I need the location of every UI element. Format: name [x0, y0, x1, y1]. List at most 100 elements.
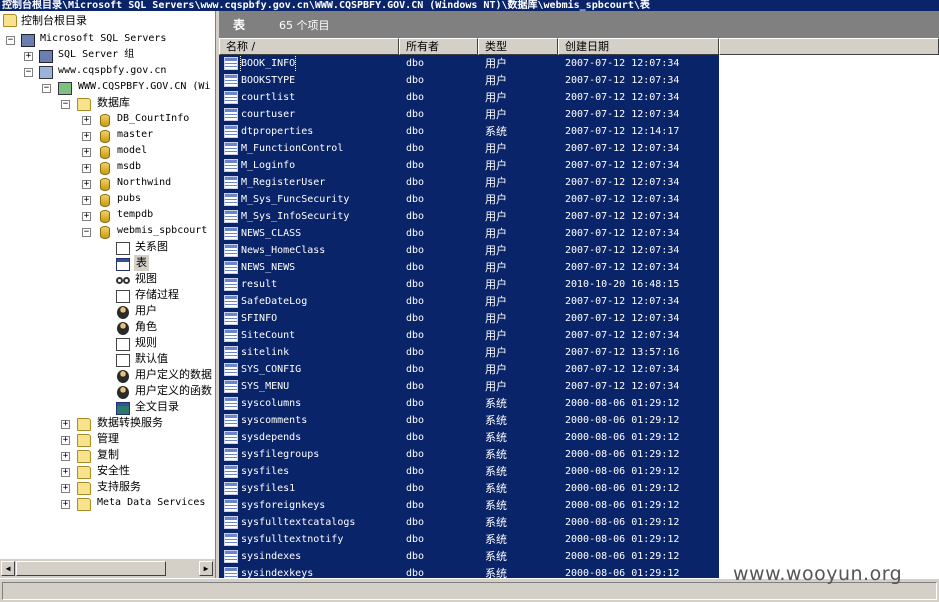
- table-row[interactable]: SiteCount dbo 用户 2007-07-12 12:07:34: [219, 327, 719, 344]
- scroll-left-arrow-icon[interactable]: ◀: [1, 561, 15, 576]
- table-row[interactable]: SYS_CONFIG dbo 用户 2007-07-12 12:07:34: [219, 361, 719, 378]
- expand-toggle-icon[interactable]: +: [82, 212, 91, 221]
- tree-node-database[interactable]: Northwind: [117, 175, 171, 191]
- column-header-created[interactable]: 创建日期: [558, 38, 719, 55]
- table-row[interactable]: dtproperties dbo 系统 2007-07-12 12:14:17: [219, 123, 719, 140]
- tree-node-management[interactable]: 管理: [97, 431, 119, 447]
- tree-node-defaults[interactable]: 默认值: [135, 351, 168, 367]
- table-row[interactable]: M_RegisterUser dbo 用户 2007-07-12 12:07:34: [219, 174, 719, 191]
- tree-node-tables[interactable]: 表: [134, 255, 149, 271]
- type-cell: 用户: [485, 380, 507, 393]
- expand-toggle-icon[interactable]: +: [61, 484, 70, 493]
- tree-node-stored-procedures[interactable]: 存储过程: [135, 287, 179, 303]
- tree-node-views[interactable]: 视图: [135, 271, 157, 287]
- tree-node-user-defined-datatypes[interactable]: 用户定义的数据: [135, 367, 212, 383]
- table-name-cell: SYS_MENU: [241, 381, 290, 392]
- collapse-toggle-icon[interactable]: −: [24, 68, 33, 77]
- table-row[interactable]: sysfiles dbo 系统 2000-08-06 01:29:12: [219, 463, 719, 480]
- scroll-thumb[interactable]: [16, 561, 166, 576]
- table-row[interactable]: M_FunctionControl dbo 用户 2007-07-12 12:07:3…: [219, 140, 719, 157]
- table-icon: [116, 258, 130, 271]
- tree-node-users[interactable]: 用户: [135, 303, 157, 319]
- tree-node-meta-data-services[interactable]: Meta Data Services: [97, 495, 205, 511]
- window-titlebar[interactable]: 控制台根目录\Microsoft SQL Servers\www.cqspbfy…: [0, 0, 939, 11]
- table-icon: [224, 499, 238, 512]
- tree-node-replication[interactable]: 复制: [97, 447, 119, 463]
- tree-node-support-services[interactable]: 支持服务: [97, 479, 141, 495]
- tree-node-user-defined-functions[interactable]: 用户定义的函数: [135, 383, 212, 399]
- table-row[interactable]: syscolumns dbo 系统 2000-08-06 01:29:12: [219, 395, 719, 412]
- tree-node-database[interactable]: pubs: [117, 191, 141, 207]
- table-row[interactable]: sysforeignkeys dbo 系统 2000-08-06 01:29:12: [219, 497, 719, 514]
- expand-toggle-icon[interactable]: +: [61, 500, 70, 509]
- expand-toggle-icon[interactable]: +: [82, 180, 91, 189]
- tree-node-dts[interactable]: 数据转换服务: [97, 415, 163, 431]
- expand-toggle-icon[interactable]: +: [61, 436, 70, 445]
- tree-node-server-host[interactable]: www.cqspbfy.gov.cn: [58, 63, 166, 79]
- table-row[interactable]: sysfulltextnotify dbo 系统 2000-08-06 01:29:1…: [219, 531, 719, 548]
- table-icon: [224, 414, 238, 427]
- table-row[interactable]: M_Loginfo dbo 用户 2007-07-12 12:07:34: [219, 157, 719, 174]
- tree-node-diagrams[interactable]: 关系图: [135, 239, 168, 255]
- table-row[interactable]: SFINFO dbo 用户 2007-07-12 12:07:34: [219, 310, 719, 327]
- expand-toggle-icon[interactable]: +: [82, 148, 91, 157]
- table-row[interactable]: sysindexes dbo 系统 2000-08-06 01:29:12: [219, 548, 719, 565]
- collapse-toggle-icon[interactable]: −: [82, 228, 91, 237]
- tree-horizontal-scrollbar[interactable]: ◀ ▶: [0, 558, 215, 578]
- tree-node-databases[interactable]: 数据库: [97, 95, 130, 111]
- collapse-toggle-icon[interactable]: −: [42, 84, 51, 93]
- table-row[interactable]: M_Sys_FuncSecurity dbo 用户 2007-07-12 12:07:…: [219, 191, 719, 208]
- expand-toggle-icon[interactable]: +: [82, 116, 91, 125]
- table-row[interactable]: SYS_MENU dbo 用户 2007-07-12 12:07:34: [219, 378, 719, 395]
- table-row[interactable]: NEWS_NEWS dbo 用户 2007-07-12 12:07:34: [219, 259, 719, 276]
- tree-node-database[interactable]: DB_CourtInfo: [117, 111, 189, 127]
- column-header-type[interactable]: 类型: [478, 38, 558, 55]
- tree-node-database[interactable]: master: [117, 127, 153, 143]
- expand-toggle-icon[interactable]: +: [82, 164, 91, 173]
- scroll-right-arrow-icon[interactable]: ▶: [199, 561, 213, 576]
- tree-node-database[interactable]: model: [117, 143, 147, 159]
- table-row[interactable]: sitelink dbo 用户 2007-07-12 13:57:16: [219, 344, 719, 361]
- tree-node-sql-servers[interactable]: Microsoft SQL Servers: [40, 31, 166, 47]
- tree-node-database[interactable]: msdb: [117, 159, 141, 175]
- table-row[interactable]: sysindexkeys dbo 系统 2000-08-06 01:29:12: [219, 565, 719, 578]
- table-row[interactable]: courtlist dbo 用户 2007-07-12 12:07:34: [219, 89, 719, 106]
- table-row[interactable]: sysdepends dbo 系统 2000-08-06 01:29:12: [219, 429, 719, 446]
- table-row[interactable]: sysfulltextcatalogs dbo 系统 2000-08-06 01:29…: [219, 514, 719, 531]
- owner-cell: dbo: [406, 534, 425, 545]
- tree-node-roles[interactable]: 角色: [135, 319, 157, 335]
- table-row[interactable]: BOOK_INFO dbo 用户 2007-07-12 12:07:34: [219, 55, 719, 73]
- tree-node-server-instance[interactable]: WWW.CQSPBFY.GOV.CN (Wi: [78, 79, 210, 95]
- tree-node-security[interactable]: 安全性: [97, 463, 130, 479]
- expand-toggle-icon[interactable]: +: [82, 196, 91, 205]
- tree-node-database[interactable]: tempdb: [117, 207, 153, 223]
- table-row[interactable]: result dbo 用户 2010-10-20 16:48:15: [219, 276, 719, 293]
- table-row[interactable]: SafeDateLog dbo 用户 2007-07-12 12:07:34: [219, 293, 719, 310]
- expand-toggle-icon[interactable]: +: [61, 468, 70, 477]
- created-date-cell: 2007-07-12 12:07:34: [565, 330, 680, 341]
- tree-node-database[interactable]: webmis_spbcourt: [117, 223, 207, 239]
- table-row[interactable]: BOOKSTYPE dbo 用户 2007-07-12 12:07:34: [219, 72, 719, 89]
- folder-icon: [77, 434, 91, 447]
- tree-node-rules[interactable]: 规则: [135, 335, 157, 351]
- tree-node-fulltext-catalogs[interactable]: 全文目录: [135, 399, 179, 415]
- owner-cell: dbo: [406, 415, 425, 426]
- column-header-owner[interactable]: 所有者: [399, 38, 478, 55]
- expand-toggle-icon[interactable]: +: [61, 452, 70, 461]
- table-row[interactable]: sysfiles1 dbo 系统 2000-08-06 01:29:12: [219, 480, 719, 497]
- table-row[interactable]: syscomments dbo 系统 2000-08-06 01:29:12: [219, 412, 719, 429]
- collapse-toggle-icon[interactable]: −: [61, 100, 70, 109]
- tree-node-server-group[interactable]: SQL Server 组: [58, 47, 134, 63]
- table-row[interactable]: M_Sys_InfoSecurity dbo 用户 2007-07-12 12:07:…: [219, 208, 719, 225]
- tree-node-root[interactable]: 控制台根目录: [21, 13, 87, 29]
- table-row[interactable]: courtuser dbo 用户 2007-07-12 12:07:34: [219, 106, 719, 123]
- column-header-name[interactable]: 名称 /: [219, 38, 399, 55]
- expand-toggle-icon[interactable]: +: [61, 420, 70, 429]
- expand-toggle-icon[interactable]: +: [82, 132, 91, 141]
- table-row[interactable]: sysfilegroups dbo 系统 2000-08-06 01:29:12: [219, 446, 719, 463]
- expand-toggle-icon[interactable]: +: [24, 52, 33, 61]
- table-row[interactable]: News_HomeClass dbo 用户 2007-07-12 12:07:34: [219, 242, 719, 259]
- table-name-cell: sysfulltextcatalogs: [241, 517, 356, 528]
- table-row[interactable]: NEWS_CLASS dbo 用户 2007-07-12 12:07:34: [219, 225, 719, 242]
- collapse-toggle-icon[interactable]: −: [6, 36, 15, 45]
